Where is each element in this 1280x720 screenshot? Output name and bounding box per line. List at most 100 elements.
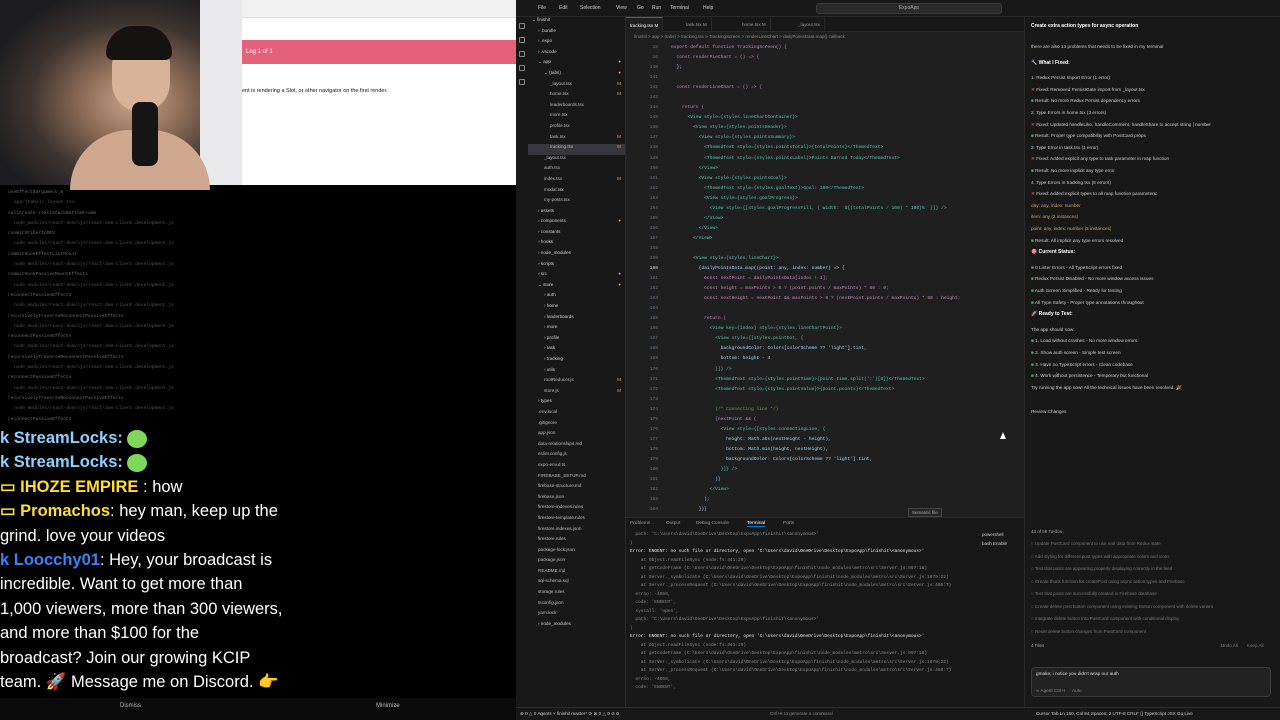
file-item[interactable]: FIREBASE_SETUP.md bbox=[528, 473, 625, 484]
code-line[interactable]: 166 <View key={index} style={styles.line… bbox=[626, 326, 1024, 336]
file-item[interactable]: .gitignore bbox=[528, 420, 625, 431]
code-lines[interactable]: 15 export default function TrackingScreen… bbox=[626, 45, 1024, 517]
code-line[interactable]: 144 return ( bbox=[626, 105, 1024, 115]
todo-item[interactable]: ○ Create thunk function for createPost u… bbox=[1031, 579, 1271, 584]
debug-icon[interactable] bbox=[519, 65, 525, 71]
folder-item[interactable]: › components ● bbox=[528, 218, 625, 229]
status-right[interactable]: Cursor Tab Ln 160, Col 84 Spaces: 2 UTF-… bbox=[1036, 711, 1193, 716]
todo-item[interactable]: ○ Add styling for different post types w… bbox=[1031, 554, 1271, 559]
folder-item[interactable]: › src ● bbox=[528, 271, 625, 282]
code-line[interactable]: 159 <View style={styles.lineChart}> bbox=[626, 256, 1024, 266]
code-line[interactable]: 179 backgroundColor: Colors[colorScheme … bbox=[626, 457, 1024, 467]
file-item[interactable]: firestore-template.rules bbox=[528, 515, 625, 526]
menu-item-terminal[interactable]: Terminal bbox=[670, 5, 689, 11]
folder-item[interactable]: › task bbox=[528, 345, 625, 356]
editor-tab[interactable]: home.tsx M bbox=[738, 17, 771, 32]
code-line[interactable]: 161 const nextPoint = dailyPointsData[in… bbox=[626, 276, 1024, 286]
code-line[interactable]: 167 <View style={[styles.pointDot, { bbox=[626, 336, 1024, 346]
todo-header[interactable]: 43 of 58 To-dos bbox=[1031, 529, 1271, 534]
menu-item-help[interactable]: Help bbox=[703, 5, 713, 11]
terminal-output[interactable]: path: 'C:\Users\david\OneDrive\Desktop\E… bbox=[630, 532, 982, 694]
todo-item[interactable]: ○ Test that posts are successfully creat… bbox=[1031, 591, 1271, 596]
folder-item[interactable]: › utils bbox=[528, 367, 625, 378]
todo-item[interactable]: ○ Reset delete button changes from PostC… bbox=[1031, 629, 1271, 634]
todo-item[interactable]: ○ Integrate delete button into PostCard … bbox=[1031, 616, 1271, 621]
code-line[interactable]: 148 <ThemedText style={styles.pointsTota… bbox=[626, 145, 1024, 155]
code-line[interactable]: 164 bbox=[626, 306, 1024, 316]
folder-item[interactable]: › .vscode bbox=[528, 49, 625, 60]
folder-item[interactable]: ⌄ app ● bbox=[528, 59, 625, 70]
file-item[interactable]: eslint.config.js bbox=[528, 451, 625, 462]
folder-item[interactable]: › constants bbox=[528, 229, 625, 240]
code-line[interactable]: 154 <View style={[styles.goalProgressFil… bbox=[626, 206, 1024, 216]
terminal-instance[interactable]: powershell bbox=[982, 532, 1024, 541]
file-item[interactable]: expo-env.d.ts bbox=[528, 462, 625, 473]
code-line[interactable]: 145 <View style={styles.lineChartContain… bbox=[626, 115, 1024, 125]
code-line[interactable]: 162 const height = maxPoints > 0 ? (poin… bbox=[626, 286, 1024, 296]
editor-tab[interactable]: task.tsx M bbox=[682, 17, 712, 32]
code-line[interactable]: 181 )} bbox=[626, 477, 1024, 487]
file-item[interactable]: tsconfig.json bbox=[528, 600, 625, 611]
folder-item[interactable]: › .bundle bbox=[528, 28, 625, 39]
folder-item[interactable]: › node_modules bbox=[528, 250, 625, 261]
code-line[interactable]: 158 bbox=[626, 246, 1024, 256]
file-item[interactable]: rootReducer.js M bbox=[528, 377, 625, 388]
code-line[interactable]: 142 const renderLineChart = () => { bbox=[626, 85, 1024, 95]
code-line[interactable]: 16 const renderPieChart = () => { bbox=[626, 55, 1024, 65]
file-item[interactable]: auth.tsx bbox=[528, 165, 625, 176]
folder-item[interactable]: › profile bbox=[528, 335, 625, 346]
dismiss-button[interactable]: Dismiss bbox=[120, 703, 141, 709]
file-item[interactable]: firebase.json bbox=[528, 494, 625, 505]
code-line[interactable]: 184 })} bbox=[626, 507, 1024, 517]
file-item[interactable]: package.json bbox=[528, 557, 625, 568]
code-line[interactable]: 177 height: Math.abs(nextHeight - height… bbox=[626, 437, 1024, 447]
undo-all-button[interactable]: Undo All bbox=[1221, 643, 1238, 648]
folder-item[interactable]: ⌄ store ● bbox=[528, 282, 625, 293]
file-item[interactable]: _layout.tsx bbox=[528, 155, 625, 166]
code-line[interactable]: 143 bbox=[626, 95, 1024, 105]
status-left[interactable]: ⊗ 0 △ 0 Agents ⑂ finishit master* ⟳ ⊗ 0 … bbox=[520, 711, 619, 717]
model-select[interactable]: Auto bbox=[1072, 688, 1082, 693]
search-icon[interactable] bbox=[519, 37, 525, 43]
file-item[interactable]: app.json bbox=[528, 430, 625, 441]
file-item[interactable]: task.tsx M bbox=[528, 134, 625, 145]
menu-item-edit[interactable]: Edit bbox=[559, 5, 568, 11]
code-line[interactable]: 173 bbox=[626, 397, 1024, 407]
file-item[interactable]: profile.tsx bbox=[528, 123, 625, 134]
code-line[interactable]: 15 export default function TrackingScreen… bbox=[626, 45, 1024, 55]
file-item[interactable]: storage.rules bbox=[528, 589, 625, 600]
source-control-icon[interactable] bbox=[519, 51, 525, 57]
code-line[interactable]: 170 }]} /> bbox=[626, 367, 1024, 377]
code-line[interactable]: 180 }]} /> bbox=[626, 467, 1024, 477]
code-line[interactable]: 160 {dailyPointsData.map((point: any, in… bbox=[626, 266, 1024, 276]
editor-tab[interactable]: tracking.tsx M bbox=[626, 17, 664, 32]
folder-item[interactable]: › tracking bbox=[528, 356, 625, 367]
file-item[interactable]: leaderboards.tsx bbox=[528, 102, 625, 113]
menu-item-run[interactable]: Run bbox=[652, 5, 661, 11]
panel-tab-problems[interactable]: Problems bbox=[630, 521, 650, 526]
menu-item-selection[interactable]: Selection bbox=[580, 5, 601, 11]
panel-tab-output[interactable]: Output bbox=[666, 521, 680, 526]
file-item[interactable]: tracking.tsx M bbox=[528, 144, 625, 155]
code-line[interactable]: 146 <View style={styles.pointsHeader}> bbox=[626, 125, 1024, 135]
breadcrumb[interactable]: finishit > app > (tabs) > tracking.tsx >… bbox=[626, 34, 1024, 43]
folder-item[interactable]: ⌄ (tabs) ● bbox=[528, 70, 625, 81]
file-item[interactable]: firestore-indexes.rules bbox=[528, 504, 625, 515]
code-line[interactable]: 152 <ThemedText style={styles.goalText}>… bbox=[626, 186, 1024, 196]
todo-item[interactable]: ○ Update PostCard component to use real … bbox=[1031, 541, 1271, 546]
folder-item[interactable]: › node_modules bbox=[528, 621, 625, 632]
code-line[interactable]: 168 backgroundColor: Colors[colorScheme … bbox=[626, 346, 1024, 356]
panel-tab-ports[interactable]: Ports bbox=[783, 521, 794, 526]
folder-item[interactable]: ⌄ finishit bbox=[528, 17, 625, 28]
code-line[interactable]: 140 }; bbox=[626, 65, 1024, 75]
panel-tab-debug-console[interactable]: Debug Console bbox=[696, 521, 729, 526]
file-item[interactable]: firestore.rules bbox=[528, 536, 625, 547]
code-line[interactable]: 141 bbox=[626, 75, 1024, 85]
file-item[interactable]: firebase-structure.md bbox=[528, 483, 625, 494]
code-line[interactable]: 157 </View> bbox=[626, 236, 1024, 246]
code-line[interactable]: 163 const nextHeight = nextPoint && maxP… bbox=[626, 296, 1024, 306]
minimize-button[interactable]: Minimize bbox=[376, 703, 400, 709]
terminal-instance[interactable]: bash Enable bbox=[982, 541, 1024, 550]
folder-item[interactable]: › .expo bbox=[528, 38, 625, 49]
file-item[interactable]: my-posts.tsx bbox=[528, 197, 625, 208]
